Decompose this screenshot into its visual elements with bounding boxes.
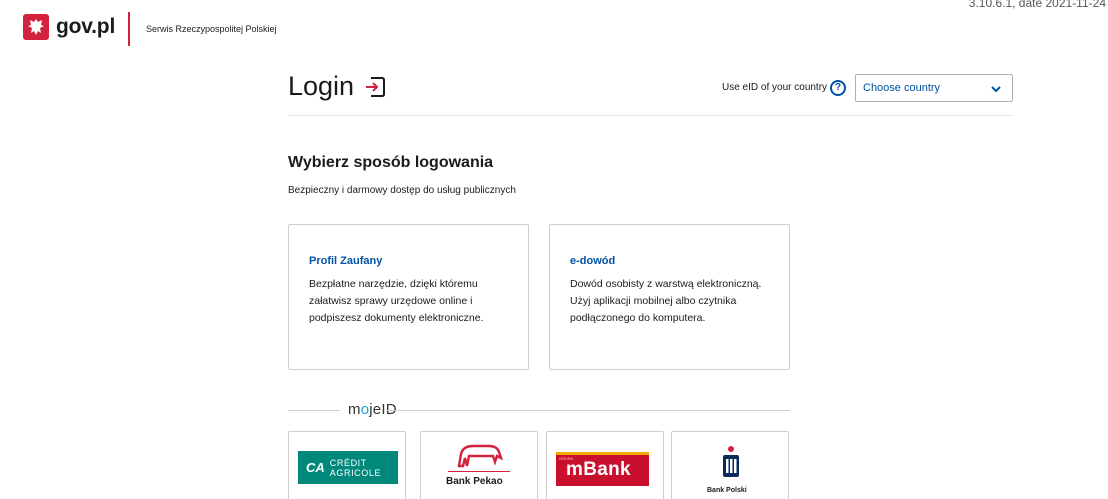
mbank-label: mBank (566, 459, 631, 480)
pko-logo-icon (723, 446, 739, 477)
divider (288, 115, 1013, 116)
section-subtitle: Bezpieczny i darmowy dostęp do usług pub… (288, 185, 516, 196)
chevron-down-icon (990, 83, 1002, 98)
bank-tile-pko[interactable]: Bank Polski (671, 431, 789, 499)
pekao-bison-icon (457, 444, 504, 468)
mojeid-text-o: o (360, 401, 370, 418)
ca-text: CRÉDIT AGRICOLE (330, 458, 381, 478)
pekao-line (448, 471, 510, 472)
page-title: Login (288, 71, 388, 102)
divider (288, 410, 340, 411)
question-circle-icon[interactable]: ? (830, 80, 846, 96)
mbank-stripe (556, 452, 649, 455)
mbank-logo: GRUPA mBank (556, 452, 649, 486)
card-description: Bezpłatne narzędzie, dzięki któremu zała… (309, 278, 484, 324)
ca-line2: AGRICOLE (329, 467, 382, 478)
divider (386, 410, 790, 411)
profil-zaufany-card[interactable]: Profil Zaufany Bezpłatne narzędzie, dzię… (288, 224, 529, 370)
pko-label: Bank Polski (707, 487, 747, 494)
polish-eagle-icon (23, 14, 49, 40)
section-title: Wybierz sposób logowania (288, 154, 494, 171)
card-description: Dowód osobisty z warstwą elektroniczną. … (570, 278, 762, 324)
site-header: gov.pl Serwis Rzeczypospolitej Polskiej … (0, 0, 1108, 56)
country-select-value: Choose country (863, 82, 941, 94)
bank-tile-credit-agricole[interactable]: CA CRÉDIT AGRICOLE (288, 431, 406, 499)
bank-tile-pekao[interactable]: Bank Pekao (420, 431, 538, 499)
login-arrow-icon (362, 74, 388, 100)
ca-mark: CA (306, 460, 325, 475)
mojeid-text-prefix: m (348, 401, 361, 418)
card-title: e-dowód (570, 255, 616, 267)
pekao-label: Bank Pekao (446, 476, 503, 487)
bank-tile-mbank[interactable]: GRUPA mBank (546, 431, 664, 499)
gov-pl-logo[interactable]: gov.pl (23, 14, 115, 40)
credit-agricole-logo: CA CRÉDIT AGRICOLE (298, 451, 398, 484)
logo-text: gov.pl (56, 15, 116, 38)
login-title-text: Login (288, 71, 355, 101)
ca-line1: CRÉDIT (329, 457, 367, 468)
country-select[interactable]: Choose country (855, 74, 1013, 102)
e-dowod-card[interactable]: e-dowód Dowód osobisty z warstwą elektro… (549, 224, 790, 370)
card-title: Profil Zaufany (309, 255, 383, 267)
version-label: 3.10.6.1, date 2021-11-24 (968, 0, 1106, 10)
header-divider (128, 12, 130, 46)
service-name: Serwis Rzeczypospolitej Polskiej (146, 24, 277, 34)
eid-label: Use eID of your country (722, 82, 828, 93)
